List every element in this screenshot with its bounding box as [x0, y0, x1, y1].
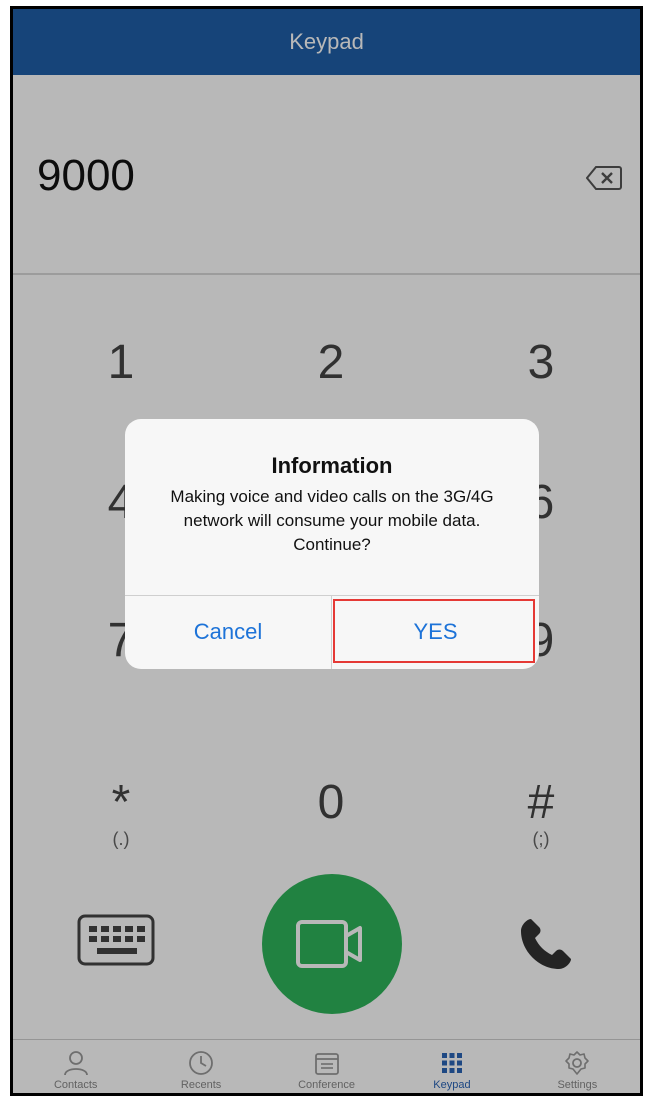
- cancel-button[interactable]: Cancel: [125, 595, 331, 669]
- phone-screen: Keypad 9000 1 2 3 4 5 6 7 8 9 * (.) 0 # …: [10, 6, 643, 1096]
- dialog-message: Making voice and video calls on the 3G/4…: [170, 487, 494, 554]
- information-dialog: Information Making voice and video calls…: [125, 419, 539, 669]
- dialog-title: Information: [271, 453, 393, 478]
- yes-button[interactable]: YES: [332, 595, 539, 669]
